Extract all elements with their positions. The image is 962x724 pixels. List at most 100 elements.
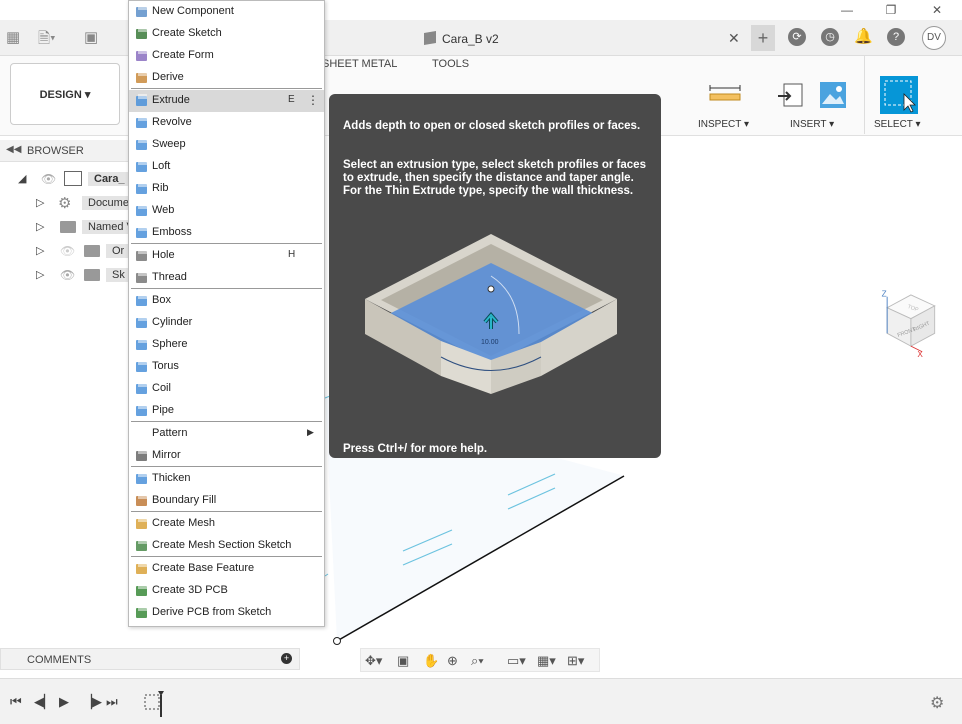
menu-item-label: Extrude [152,94,190,106]
menu-item-pattern[interactable]: Pattern ▶ [129,423,324,445]
visibility-eye-icon[interactable]: 👁 [60,268,75,282]
insert-image-icon[interactable] [818,80,848,110]
toolbar-divider [864,56,865,134]
menu-item-label: New Component [152,5,234,17]
file-icon[interactable]: 🗎▾ [38,28,56,53]
zoom-icon[interactable]: ⊕ [447,653,458,669]
extensions-icon[interactable]: ⟳ [788,28,806,46]
menu-item-rib[interactable]: Rib [129,178,324,200]
close-tab-icon[interactable]: ✕ [728,30,740,47]
folder-icon [60,221,76,233]
inspect-menu[interactable]: INSPECT ▾ [698,119,749,130]
hidden-eye-icon[interactable]: 👁 [60,244,75,258]
menu-item-label: Web [152,204,175,216]
menu-item-label: Boundary Fill [152,494,217,506]
user-avatar[interactable]: DV [922,26,946,50]
menu-item-coil[interactable]: Coil [129,378,324,400]
menu-item-emboss[interactable]: Emboss [129,222,324,244]
menu-item-create-3d-pcb[interactable]: Create 3D PCB [129,580,324,602]
menu-item-sphere[interactable]: Sphere [129,334,324,356]
grid-settings-icon[interactable]: ▦▾ [537,653,556,669]
menu-item-sweep[interactable]: Sweep [129,134,324,156]
menu-item-boundary-fill[interactable]: Boundary Fill [129,490,324,512]
select-icon[interactable] [880,76,918,114]
menu-item-cylinder[interactable]: Cylinder [129,312,324,334]
help-icon[interactable]: ? [887,28,905,46]
save-icon[interactable]: ▣ [84,28,98,46]
menu-item-label: Loft [152,160,171,172]
expand-arrow-icon[interactable]: ▷ [36,196,44,209]
timeline-settings-gear-icon[interactable]: ⚙ [930,693,944,713]
menu-item-loft[interactable]: Loft [129,156,324,178]
menu-item-label: Sphere [152,338,188,350]
menu-item-label: Create Form [152,49,214,61]
document-tab[interactable]: Cara_B v2 ✕ [418,20,748,56]
folder-icon [84,269,100,281]
menu-item-derive-pcb-from-sketch[interactable]: Derive PCB from Sketch [129,602,324,624]
display-settings-icon[interactable]: ▭▾ [507,653,526,669]
fit-icon[interactable]: ⌕▾ [471,653,484,669]
look-at-icon[interactable]: ▣ [397,653,409,669]
expand-arrow-icon[interactable]: ▷ [36,268,44,281]
menu-item-label: Derive PCB from Sketch [152,606,272,618]
insert-derive-icon[interactable] [776,80,806,110]
menu-item-new-component[interactable]: New Component [129,1,324,23]
visibility-eye-icon[interactable]: 👁 [41,172,56,186]
more-options-icon[interactable]: ⋮ [307,93,319,107]
tab-sheet-metal[interactable]: SHEET METAL [322,58,397,70]
menu-item-hole[interactable]: Hole H [129,245,324,267]
comments-panel[interactable]: COMMENTS + [0,648,300,670]
go-to-start-icon[interactable]: ⏮ [10,694,22,710]
step-forward-icon[interactable]: ▕▶ [82,694,102,710]
expanded-arrow-icon[interactable]: ◢ [18,172,26,185]
timeline-sketch-feature-icon[interactable] [142,687,172,719]
shortcut-label: E [288,94,295,105]
orbit-icon[interactable]: ✥▾ [365,653,382,669]
expand-arrow-icon[interactable]: ▷ [36,244,44,257]
navigation-bar: ✥▾ ▣ ✋ ⊕ ⌕▾ ▭▾ ▦▾ ⊞▾ [360,648,600,672]
document-title: Cara_B v2 [442,32,499,46]
mirror-icon [134,448,149,463]
new-component-icon [134,4,149,19]
add-comment-icon[interactable]: + [281,653,292,664]
close-window-button[interactable]: ✕ [914,0,960,20]
menu-item-create-mesh[interactable]: Create Mesh [129,513,324,535]
menu-item-create-form[interactable]: Create Form [129,45,324,67]
menu-item-create-base-feature[interactable]: Create Base Feature [129,558,324,580]
collapse-browser-icon[interactable]: ◀◀ [6,144,21,155]
maximize-button[interactable]: ❐ [868,0,914,20]
viewports-icon[interactable]: ⊞▾ [567,653,584,669]
menu-item-label: Create Sketch [152,27,222,39]
play-icon[interactable]: ▶ [59,694,69,710]
menu-item-extrude[interactable]: Extrude E ⋮ [129,90,324,112]
menu-item-torus[interactable]: Torus [129,356,324,378]
expand-arrow-icon[interactable]: ▷ [36,220,44,233]
insert-menu[interactable]: INSERT ▾ [790,119,834,130]
tab-tools[interactable]: TOOLS [432,58,469,70]
menu-item-revolve[interactable]: Revolve [129,112,324,134]
menu-item-web[interactable]: Web [129,200,324,222]
menu-item-create-sketch[interactable]: Create Sketch [129,23,324,45]
workspace-switcher-button[interactable]: DESIGN ▾ [10,63,120,125]
measure-icon[interactable] [708,84,742,106]
pipe-icon [134,403,149,418]
go-to-end-icon[interactable]: ⏭ [106,694,118,710]
menu-item-mirror[interactable]: Mirror [129,445,324,467]
menu-item-label: Thicken [152,472,191,484]
select-menu[interactable]: SELECT ▾ [874,119,921,130]
view-cube[interactable]: FRONT RIGHT TOP Z X [878,288,942,364]
notifications-bell-icon[interactable]: 🔔 [854,28,873,46]
app-grid-icon[interactable]: ▦ [6,28,20,46]
menu-item-thread[interactable]: Thread [129,267,324,289]
job-status-icon[interactable]: ◷ [821,28,839,46]
step-back-icon[interactable]: ◀▏ [34,694,54,710]
menu-item-derive[interactable]: Derive [129,67,324,89]
menu-item-pipe[interactable]: Pipe [129,400,324,422]
pan-icon[interactable]: ✋ [423,653,439,669]
minimize-button[interactable]: — [824,0,870,20]
new-tab-button[interactable]: + [751,25,775,51]
menu-item-box[interactable]: Box [129,290,324,312]
menu-item-create-mesh-section-sketch[interactable]: Create Mesh Section Sketch [129,535,324,557]
tooltip-help-hint: Press Ctrl+/ for more help. [343,443,488,455]
menu-item-thicken[interactable]: Thicken [129,468,324,490]
